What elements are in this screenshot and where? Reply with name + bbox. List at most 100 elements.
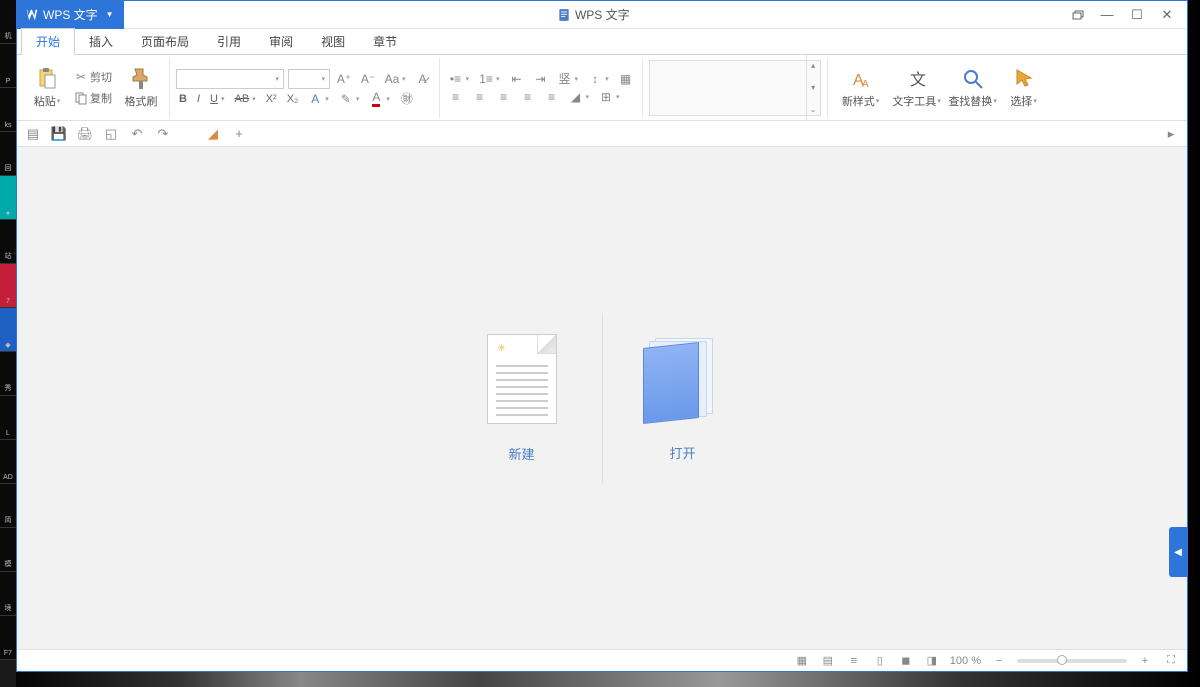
new-document-action[interactable]: ✳ 新建 [442,334,602,463]
superscript-button[interactable]: X² [263,92,280,106]
menu-references[interactable]: 引用 [203,29,255,54]
menu-page-layout[interactable]: 页面布局 [127,29,203,54]
paste-button[interactable]: 粘贴▾ [27,59,67,117]
justify-button[interactable]: ≡ [518,89,538,105]
wps-window: WPS 文字 ▼ WPS 文字 — ☐ ✕ 开始 插入 页面布局 引用 审阅 视… [16,0,1188,672]
align-left-button[interactable]: ≡ [446,89,466,105]
grow-font-button[interactable]: A⁺ [334,71,354,87]
bullets-button[interactable]: •≡▾ [446,71,473,87]
subscript-button[interactable]: X₂ [284,92,302,106]
view-mode-1[interactable]: ▦ [794,653,810,669]
new-doc-button[interactable]: ▤ [25,126,41,142]
find-icon [961,67,985,91]
new-document-icon: ✳ [487,334,557,424]
text-tools-button[interactable]: 文 文字工具▾ [890,59,944,117]
style-down-icon[interactable]: ▾ [806,77,820,99]
brush-icon [129,67,153,91]
strike-button[interactable]: AB▾ [231,92,258,106]
paste-icon [35,67,59,91]
menu-insert[interactable]: 插入 [75,29,127,54]
view-mode-5[interactable]: ◼ [898,653,914,669]
menubar: 开始 插入 页面布局 引用 审阅 视图 章节 [17,29,1187,55]
close-button[interactable]: ✕ [1153,4,1181,26]
menu-view[interactable]: 视图 [307,29,359,54]
bold-button[interactable]: B [176,92,190,106]
menu-section[interactable]: 章节 [359,29,411,54]
restore-up-button[interactable] [1063,4,1091,26]
format-painter-qat[interactable]: ◢ [205,126,221,142]
view-mode-6[interactable]: ◨ [924,653,940,669]
zoom-out-button[interactable]: − [991,653,1007,669]
maximize-button[interactable]: ☐ [1123,4,1151,26]
menu-review[interactable]: 审阅 [255,29,307,54]
increase-indent-button[interactable]: ⇥ [531,71,551,87]
line-spacing-button[interactable]: ↕▾ [585,71,612,87]
wps-logo-icon [25,8,39,22]
open-label: 打开 [669,443,695,462]
find-replace-button[interactable]: 查找替换▾ [946,59,1000,117]
select-button[interactable]: 选择▾ [1002,59,1046,117]
save-button[interactable]: 💾 [51,126,67,142]
zoom-in-button[interactable]: + [1137,653,1153,669]
borders-button[interactable]: ⊞▾ [596,89,623,105]
svg-text:文: 文 [910,71,926,89]
print-preview-button[interactable]: ◱ [103,126,119,142]
decrease-indent-button[interactable]: ⇤ [507,71,527,87]
ribbon-font: ▾ ▾ A⁺ A⁻ Aa▾ A̷ B I U▾ AB▾ X² X₂ A▾ ✎▾ … [170,58,440,118]
open-document-action[interactable]: 打开 [603,335,763,462]
align-right-button[interactable]: ≡ [494,89,514,105]
distribute-button[interactable]: ≡ [542,89,562,105]
format-painter-button[interactable]: 格式刷 [119,59,163,117]
text-tools-icon: 文 [905,67,929,91]
highlight-button[interactable]: ✎▾ [336,91,363,107]
print-button[interactable]: 🖨 [77,126,93,142]
ribbon-editing: AA 新样式▾ 文 文字工具▾ 查找替换▾ 选择▾ [828,58,1052,118]
asian-layout-button[interactable]: 竖▾ [555,71,582,87]
numbering-button[interactable]: 1≡▾ [476,71,503,87]
undo-button[interactable]: ↶ [129,126,145,142]
zoom-slider[interactable] [1017,659,1127,663]
start-canvas: ✳ 新建 打开 ◀ [17,147,1187,649]
cursor-icon [1012,67,1036,91]
copy-button[interactable]: 复制 [71,89,115,107]
circled-char-button[interactable]: ㊖ [397,91,417,107]
clear-format-button[interactable]: A̷ [413,71,433,87]
add-qat-button[interactable]: + [231,126,247,142]
window-controls: — ☐ ✕ [1063,4,1187,26]
start-actions: ✳ 新建 打开 [442,313,763,483]
ribbon-clipboard: 粘贴▾ ✂剪切 复制 格式刷 [21,58,170,118]
align-center-button[interactable]: ≡ [470,89,490,105]
fullscreen-button[interactable]: ⛶ [1163,653,1179,669]
side-panel-tab[interactable]: ◀ [1169,527,1187,577]
font-color-button[interactable]: A▾ [366,91,393,107]
text-effects-button[interactable]: A▾ [305,91,332,107]
border-button[interactable]: ▦ [616,71,636,87]
statusbar: ▦ ▤ ≡ ▯ ◼ ◨ 100 % − + ⛶ [17,649,1187,671]
redo-button[interactable]: ↷ [155,126,171,142]
view-mode-2[interactable]: ▤ [820,653,836,669]
view-mode-4[interactable]: ▯ [872,653,888,669]
font-size-select[interactable]: ▾ [288,69,330,89]
new-style-icon: AA [849,67,873,91]
desktop-icons-strip: 机Pks 回● 站7◆ 秀LAD 简模境 F7 [0,0,16,687]
quick-access-toolbar: ▤ 💾 🖨 ◱ ↶ ↷ ◢ + ▸ [17,121,1187,147]
style-more-icon[interactable]: ⌄ [806,99,820,121]
shading-button[interactable]: ◢▾ [566,89,593,105]
app-badge-label: WPS 文字 [43,6,98,23]
italic-button[interactable]: I [194,92,203,106]
new-style-button[interactable]: AA 新样式▾ [834,59,888,117]
app-badge[interactable]: WPS 文字 ▼ [17,1,124,29]
svg-text:A: A [862,79,869,90]
minimize-button[interactable]: — [1093,4,1121,26]
font-family-select[interactable]: ▾ [176,69,284,89]
scissors-icon: ✂ [74,70,88,84]
shrink-font-button[interactable]: A⁻ [358,71,378,87]
change-case-button[interactable]: Aa▾ [382,71,409,87]
style-gallery[interactable]: ▴ ▾ ⌄ [649,60,821,116]
view-mode-3[interactable]: ≡ [846,653,862,669]
collapse-ribbon-button[interactable]: ▸ [1163,126,1179,142]
menu-start[interactable]: 开始 [21,28,75,55]
style-up-icon[interactable]: ▴ [806,55,820,77]
cut-button[interactable]: ✂剪切 [71,68,115,86]
underline-button[interactable]: U▾ [207,92,227,106]
